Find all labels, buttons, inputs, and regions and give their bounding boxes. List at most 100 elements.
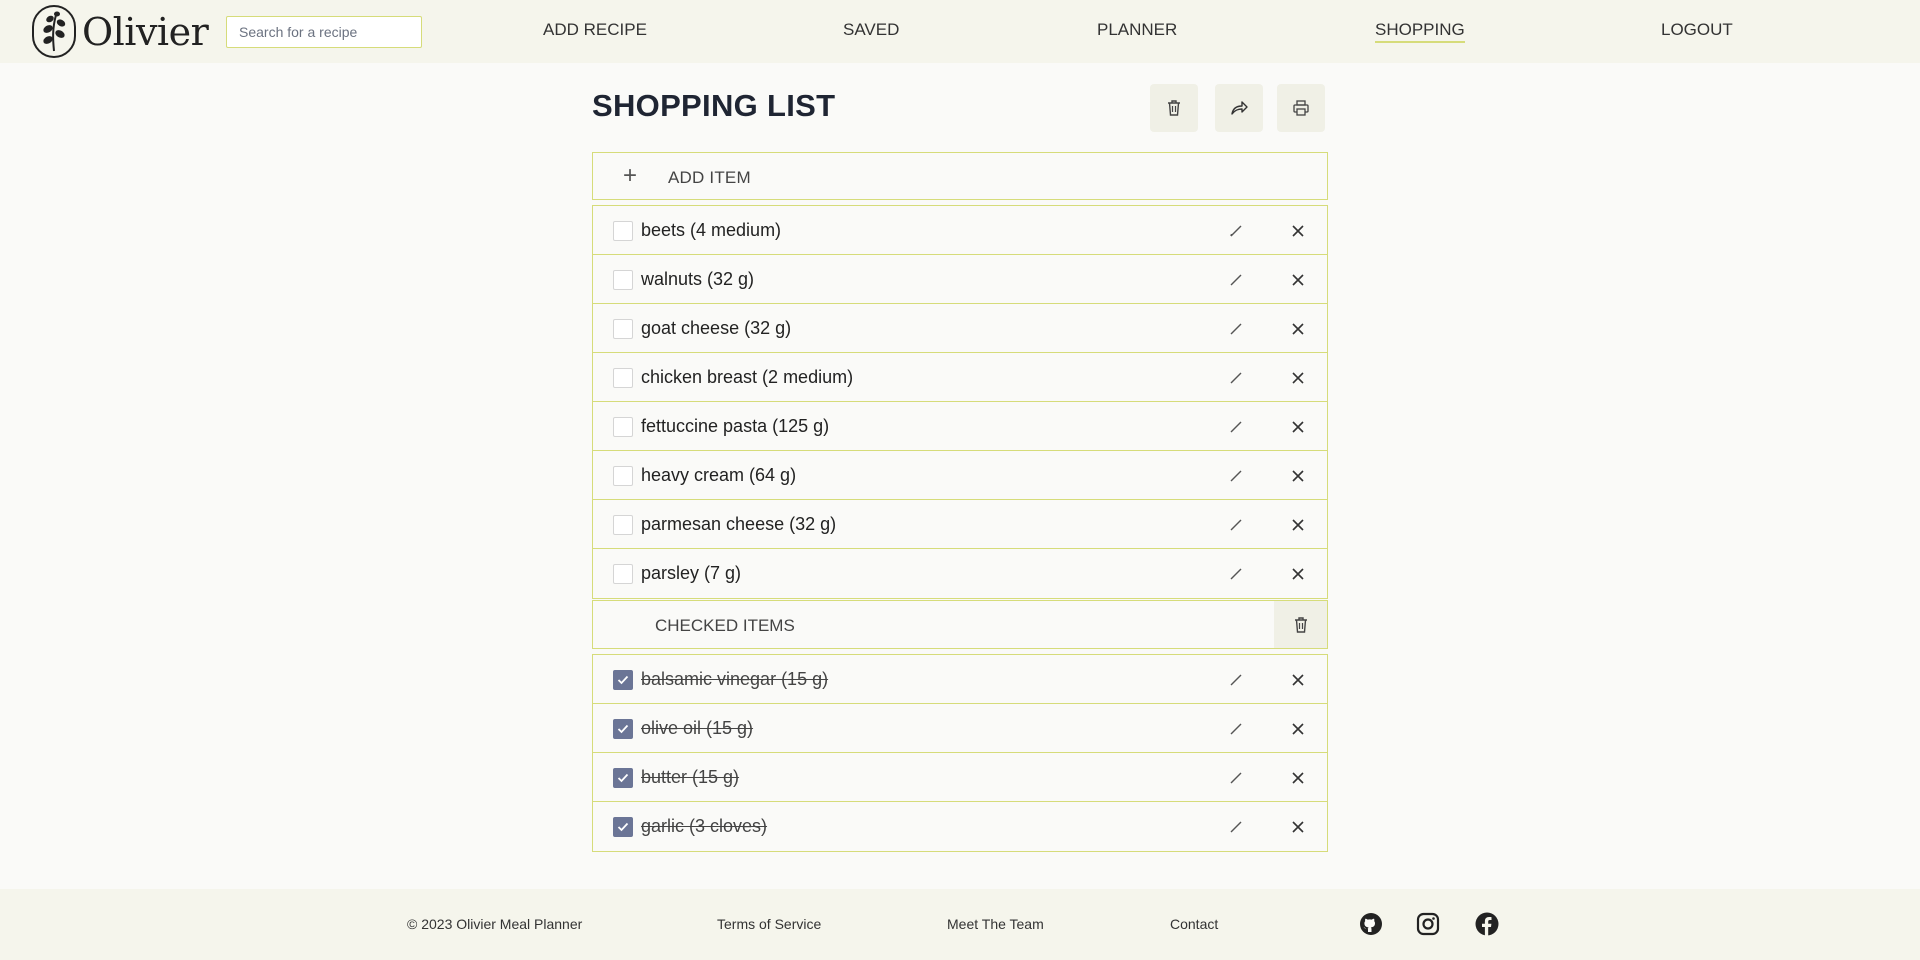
close-icon [1292, 274, 1304, 286]
checkmark-icon [617, 822, 629, 832]
remove-item-button[interactable] [1287, 514, 1309, 536]
edit-item-button[interactable] [1225, 514, 1247, 536]
edit-item-button[interactable] [1225, 220, 1247, 242]
pencil-icon [1230, 519, 1242, 531]
close-icon [1292, 723, 1304, 735]
nav-planner[interactable]: PLANNER [1097, 20, 1177, 40]
print-button[interactable] [1277, 84, 1325, 132]
remove-item-button[interactable] [1287, 465, 1309, 487]
nav-saved[interactable]: SAVED [843, 20, 899, 40]
search-input[interactable] [226, 16, 422, 48]
edit-item-button[interactable] [1225, 718, 1247, 740]
contact-link[interactable]: Contact [1170, 916, 1218, 932]
remove-item-button[interactable] [1287, 367, 1309, 389]
remove-item-button[interactable] [1287, 416, 1309, 438]
edit-item-button[interactable] [1225, 416, 1247, 438]
footer: © 2023 Olivier Meal Planner Terms of Ser… [0, 889, 1920, 960]
close-icon [1292, 519, 1304, 531]
edit-item-button[interactable] [1225, 367, 1247, 389]
logo[interactable]: Olivier [32, 5, 209, 58]
list-item: parmesan cheese (32 g) [593, 500, 1327, 549]
pencil-icon [1230, 674, 1242, 686]
item-checkbox[interactable] [613, 564, 633, 584]
trash-icon [1294, 616, 1307, 633]
edit-item-button[interactable] [1225, 465, 1247, 487]
list-item: chicken breast (2 medium) [593, 353, 1327, 402]
trash-icon [1168, 100, 1180, 116]
terms-link[interactable]: Terms of Service [717, 916, 821, 932]
remove-item-button[interactable] [1287, 269, 1309, 291]
edit-item-button[interactable] [1225, 318, 1247, 340]
clear-checked-button[interactable] [1274, 601, 1327, 648]
item-text: fettuccine pasta (125 g) [641, 416, 830, 436]
pencil-icon [1230, 323, 1242, 335]
edit-item-button[interactable] [1225, 669, 1247, 691]
item-checkbox[interactable] [613, 270, 633, 290]
item-checkbox[interactable] [613, 670, 633, 690]
item-checkbox[interactable] [613, 719, 633, 739]
item-checkbox[interactable] [613, 466, 633, 486]
item-text: parmesan cheese (32 g) [641, 514, 837, 534]
pencil-icon [1230, 421, 1242, 433]
nav-add-recipe[interactable]: ADD RECIPE [543, 20, 647, 40]
remove-item-button[interactable] [1287, 318, 1309, 340]
item-text: olive oil (15 g) [641, 718, 754, 738]
edit-item-button[interactable] [1225, 269, 1247, 291]
close-icon [1292, 323, 1304, 335]
item-text: walnuts (32 g) [641, 269, 755, 289]
item-checkbox[interactable] [613, 319, 633, 339]
add-item-label: ADD ITEM [668, 168, 751, 187]
meet-team-link[interactable]: Meet The Team [947, 916, 1044, 932]
item-text: garlic (3 cloves) [641, 816, 768, 836]
item-checkbox[interactable] [613, 768, 633, 788]
list-item: walnuts (32 g) [593, 255, 1327, 304]
item-checkbox[interactable] [613, 221, 633, 241]
item-text: goat cheese (32 g) [641, 318, 792, 338]
olive-branch-logo-icon [32, 5, 76, 58]
remove-item-button[interactable] [1287, 563, 1309, 585]
pencil-icon [1230, 723, 1242, 735]
item-checkbox[interactable] [613, 817, 633, 837]
remove-item-button[interactable] [1287, 669, 1309, 691]
pencil-icon [1230, 225, 1242, 237]
item-text: parsley (7 g) [641, 563, 742, 583]
list-item: goat cheese (32 g) [593, 304, 1327, 353]
checkmark-icon [617, 675, 629, 685]
item-checkbox[interactable] [613, 417, 633, 437]
checkmark-icon [617, 724, 629, 734]
item-text: chicken breast (2 medium) [641, 367, 854, 387]
remove-item-button[interactable] [1287, 767, 1309, 789]
add-item-button[interactable]: + ADD ITEM [592, 152, 1328, 200]
item-text: balsamic vinegar (15 g) [641, 669, 829, 689]
shopping-list: beets (4 medium) walnuts (32 g) goat che… [592, 205, 1328, 599]
instagram-icon[interactable] [1416, 912, 1440, 936]
pencil-icon [1230, 274, 1242, 286]
facebook-icon[interactable] [1475, 912, 1499, 936]
nav-shopping[interactable]: SHOPPING [1375, 20, 1465, 43]
pencil-icon [1230, 772, 1242, 784]
edit-item-button[interactable] [1225, 563, 1247, 585]
edit-item-button[interactable] [1225, 816, 1247, 838]
share-button[interactable] [1215, 84, 1263, 132]
edit-item-button[interactable] [1225, 767, 1247, 789]
item-checkbox[interactable] [613, 515, 633, 535]
nav-logout[interactable]: LOGOUT [1661, 20, 1733, 40]
item-text: beets (4 medium) [641, 220, 782, 240]
close-icon [1292, 568, 1304, 580]
close-icon [1292, 225, 1304, 237]
item-checkbox[interactable] [613, 368, 633, 388]
page-title: SHOPPING LIST [592, 88, 836, 123]
checked-items-header: CHECKED ITEMS [592, 600, 1328, 649]
close-icon [1292, 372, 1304, 384]
remove-item-button[interactable] [1287, 220, 1309, 242]
item-text: heavy cream (64 g) [641, 465, 797, 485]
close-icon [1292, 421, 1304, 433]
remove-item-button[interactable] [1287, 718, 1309, 740]
list-item: butter (15 g) [593, 753, 1327, 802]
list-item: heavy cream (64 g) [593, 451, 1327, 500]
remove-item-button[interactable] [1287, 816, 1309, 838]
close-icon [1292, 470, 1304, 482]
github-icon[interactable] [1359, 912, 1383, 936]
clear-list-button[interactable] [1150, 84, 1198, 132]
item-text: butter (15 g) [641, 767, 740, 787]
